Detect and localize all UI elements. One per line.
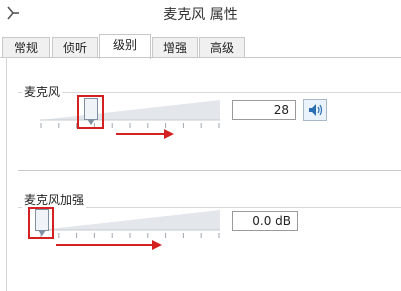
boost-slider-track[interactable] — [40, 210, 220, 232]
microphone-thumb-highlight — [77, 95, 104, 129]
microphone-arrow — [116, 129, 174, 139]
tab-general[interactable]: 常规 — [2, 37, 50, 58]
boost-arrow — [56, 240, 162, 250]
mute-button[interactable] — [303, 99, 327, 121]
group-border-microphone — [18, 92, 401, 93]
tab-levels[interactable]: 级别 — [99, 34, 151, 59]
tab-advanced[interactable]: 高级 — [199, 37, 245, 58]
microphone-level-field[interactable]: 28 — [232, 100, 296, 120]
title-bar: 麦克风 属性 — [0, 0, 401, 30]
speaker-icon — [309, 104, 323, 116]
boost-label: 麦克风加强 — [22, 191, 87, 208]
boost-thumb-highlight — [28, 207, 54, 239]
tab-divider — [0, 57, 401, 58]
microphone-label: 麦克风 — [22, 83, 63, 100]
tab-bar: 常规 侦听 级别 增强 高级 — [0, 34, 401, 59]
boost-level-field[interactable]: 0.0 dB — [232, 211, 298, 231]
tab-enhancements[interactable]: 增强 — [152, 37, 198, 58]
group-separator — [18, 170, 401, 171]
panel-border — [6, 57, 7, 291]
microphone-slider-track[interactable] — [40, 100, 220, 122]
tab-listen[interactable]: 侦听 — [52, 37, 98, 58]
window-title: 麦克风 属性 — [163, 7, 238, 23]
